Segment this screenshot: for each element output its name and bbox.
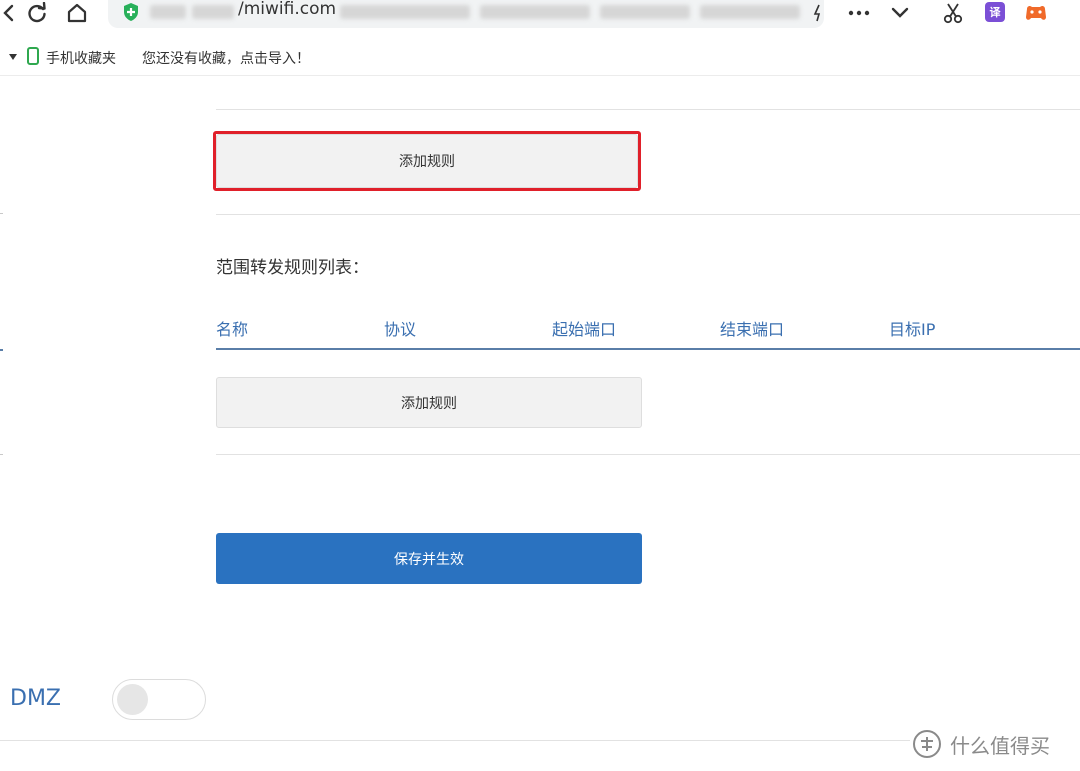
address-bar[interactable]: /miwifi.com [108,0,824,28]
column-header-start-port: 起始端口 [552,320,617,339]
left-edge-mark [0,213,3,214]
security-shield-icon [124,3,138,21]
highlight-box [213,131,641,191]
save-and-apply-button[interactable]: 保存并生效 [216,533,642,584]
phone-icon [27,47,39,65]
section-divider [216,214,1080,215]
browser-toolbar: /miwifi.com 译 [0,0,1080,40]
left-edge-mark [0,454,3,455]
game-extension-icon[interactable] [1024,0,1048,26]
blurred-url-part [700,5,800,19]
section-divider [216,109,1080,110]
left-edge-mark [0,349,3,351]
dmz-label: DMZ [10,686,61,711]
section-divider [0,740,910,741]
url-text: /miwifi.com [238,0,337,19]
smzdm-logo-icon [913,730,941,758]
range-forward-section-title: 范围转发规则列表： [216,258,369,278]
more-options-button[interactable] [848,0,870,26]
dropdown-button[interactable] [891,0,909,26]
blurred-url-part [600,5,690,19]
chevron-down-icon [891,7,909,18]
watermark-text: 什么值得买 [950,733,1050,758]
column-header-end-port: 结束端口 [720,320,785,339]
section-divider [216,454,1080,455]
reload-icon [28,2,46,23]
blurred-url-part [192,5,234,19]
column-header-target-ip: 目标IP [889,320,936,339]
bookmark-bar: 手机收藏夹 您还没有收藏，点击导入！ [0,40,1080,76]
dmz-toggle[interactable] [112,679,206,720]
add-range-rule-button[interactable]: 添加规则 [216,377,642,428]
more-dots-icon [848,10,870,16]
bookmark-folder-mobile[interactable]: 手机收藏夹 [46,48,116,68]
caret-down-icon[interactable] [9,54,17,60]
home-icon [67,3,87,23]
reload-button[interactable] [24,0,50,26]
blurred-url-part [150,5,186,19]
bookmark-import-prompt[interactable]: 您还没有收藏，点击导入！ [142,48,310,68]
translate-extension-icon[interactable]: 译 [985,2,1005,22]
back-arrow-icon [3,4,14,22]
column-header-protocol: 协议 [384,320,417,339]
flash-icon[interactable] [812,0,824,26]
home-button[interactable] [63,0,91,26]
blurred-url-part [480,5,590,19]
blurred-url-part [340,5,470,19]
range-rule-table-header: 名称 协议 起始端口 结束端口 目标IP [216,316,1080,350]
back-button[interactable] [0,0,18,26]
watermark: 什么值得买 [912,728,1050,760]
column-header-name: 名称 [216,320,249,339]
screenshot-scissors-button[interactable] [942,0,964,26]
scissors-icon [943,3,963,24]
toggle-knob [117,684,148,715]
